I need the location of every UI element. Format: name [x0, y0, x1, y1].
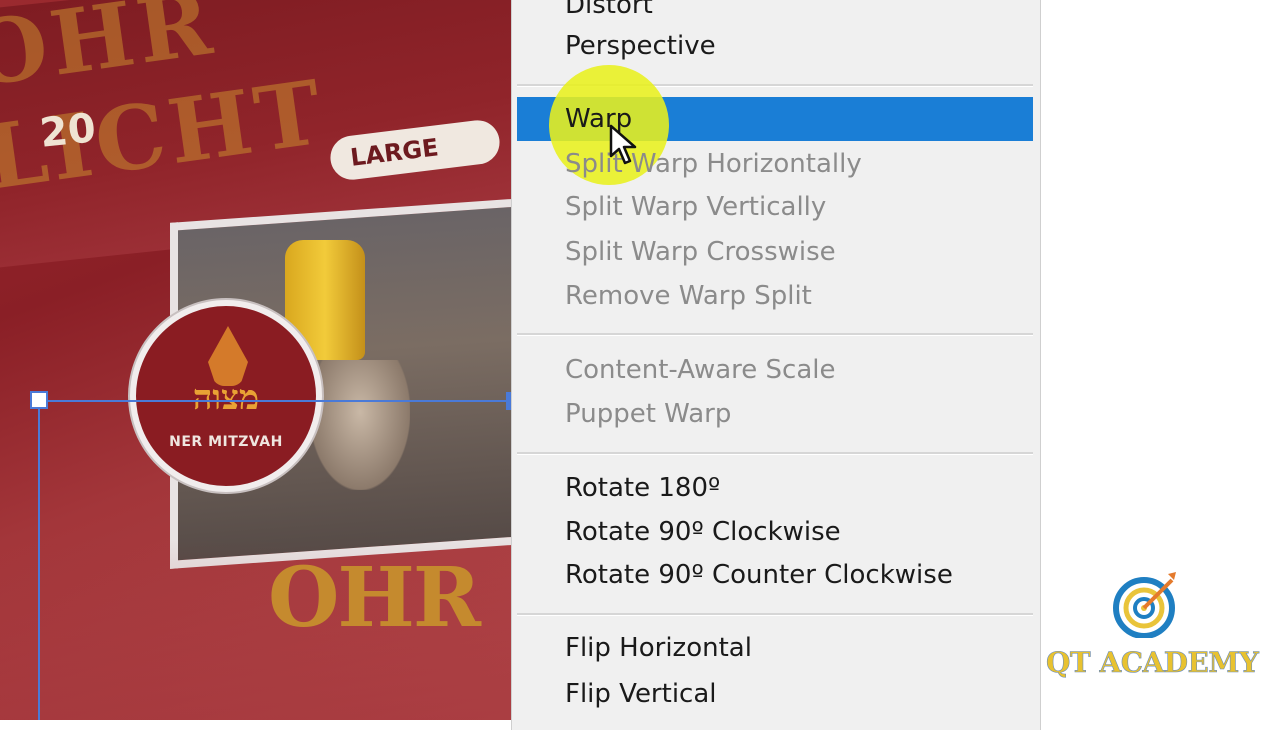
- mouse-cursor-icon: [609, 124, 637, 165]
- seal-hebrew-text: מצוה: [192, 378, 260, 418]
- menu-item-split-warp-horizontally[interactable]: Split Warp Horizontally: [517, 142, 1033, 186]
- menu-separator: [517, 452, 1033, 455]
- seal-caption: NER MITZVAH: [169, 434, 283, 450]
- flame-icon: [208, 326, 248, 386]
- menu-item-rotate-180[interactable]: Rotate 180º: [517, 466, 1033, 510]
- menu-item-distort[interactable]: Distort: [517, 0, 1033, 27]
- transform-context-menu: Distort Perspective Warp Split Warp Hori…: [511, 0, 1041, 730]
- menu-item-split-warp-crosswise[interactable]: Split Warp Crosswise: [517, 230, 1033, 274]
- document-canvas[interactable]: OHR LICHT 20 LARGE מצוה NER MITZVAH OHR: [0, 0, 512, 720]
- menu-item-split-warp-vertically[interactable]: Split Warp Vertically: [517, 185, 1033, 229]
- ner-mitzvah-seal: מצוה NER MITZVAH: [130, 300, 322, 492]
- menu-item-puppet-warp[interactable]: Puppet Warp: [517, 392, 1033, 436]
- transform-handle-top-left[interactable]: [30, 391, 48, 409]
- transform-bound-left[interactable]: [38, 400, 40, 720]
- logo-wordmark: QT ACADEMY: [1046, 646, 1259, 680]
- menu-item-flip-horizontal[interactable]: Flip Horizontal: [517, 626, 1033, 670]
- menu-item-warp-label: Warp: [565, 104, 633, 134]
- brand-bottom-text: OHR: [268, 550, 481, 646]
- menu-separator: [517, 613, 1033, 616]
- menu-separator: [517, 333, 1033, 336]
- menu-item-perspective[interactable]: Perspective: [517, 24, 1033, 68]
- menu-item-rotate-90-ccw[interactable]: Rotate 90º Counter Clockwise: [517, 553, 1033, 597]
- count-text: 20: [37, 105, 98, 157]
- menu-item-remove-warp-split[interactable]: Remove Warp Split: [517, 274, 1033, 318]
- target-icon: [1113, 572, 1176, 638]
- glass-image: [310, 360, 410, 490]
- transform-bound-top[interactable]: [40, 400, 512, 402]
- menu-item-content-aware-scale[interactable]: Content-Aware Scale: [517, 348, 1033, 392]
- logo-tagline-strip: [1088, 680, 1268, 686]
- menu-item-rotate-90-cw[interactable]: Rotate 90º Clockwise: [517, 510, 1033, 554]
- qt-academy-logo: QT ACADEMY: [1040, 560, 1280, 720]
- menu-item-flip-vertical[interactable]: Flip Vertical: [517, 672, 1033, 716]
